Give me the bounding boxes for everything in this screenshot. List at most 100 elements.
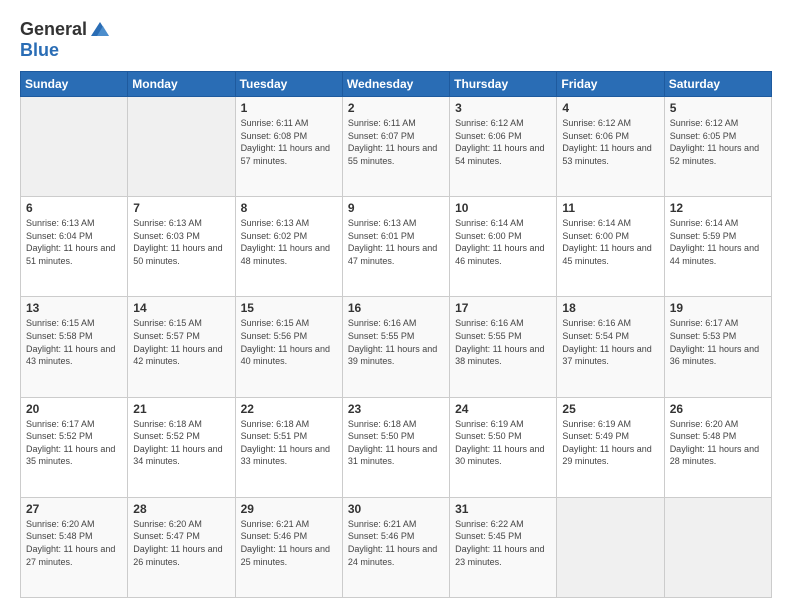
day-number: 1 bbox=[241, 101, 337, 115]
day-number: 20 bbox=[26, 402, 122, 416]
logo-blue-text: Blue bbox=[20, 40, 111, 61]
cell-info: Sunrise: 6:17 AM Sunset: 5:52 PM Dayligh… bbox=[26, 418, 122, 468]
header: General Blue bbox=[20, 18, 772, 61]
calendar-cell: 26 Sunrise: 6:20 AM Sunset: 5:48 PM Dayli… bbox=[664, 397, 771, 497]
day-number: 3 bbox=[455, 101, 551, 115]
calendar-cell: 23 Sunrise: 6:18 AM Sunset: 5:50 PM Dayli… bbox=[342, 397, 449, 497]
day-number: 29 bbox=[241, 502, 337, 516]
day-number: 13 bbox=[26, 301, 122, 315]
day-number: 18 bbox=[562, 301, 658, 315]
day-number: 19 bbox=[670, 301, 766, 315]
calendar-cell: 10 Sunrise: 6:14 AM Sunset: 6:00 PM Dayli… bbox=[450, 197, 557, 297]
day-number: 10 bbox=[455, 201, 551, 215]
cell-info: Sunrise: 6:13 AM Sunset: 6:03 PM Dayligh… bbox=[133, 217, 229, 267]
cell-info: Sunrise: 6:12 AM Sunset: 6:06 PM Dayligh… bbox=[455, 117, 551, 167]
calendar-week-row: 1 Sunrise: 6:11 AM Sunset: 6:08 PM Daylig… bbox=[21, 97, 772, 197]
day-number: 4 bbox=[562, 101, 658, 115]
calendar-cell: 21 Sunrise: 6:18 AM Sunset: 5:52 PM Dayli… bbox=[128, 397, 235, 497]
calendar-cell: 4 Sunrise: 6:12 AM Sunset: 6:06 PM Daylig… bbox=[557, 97, 664, 197]
cell-info: Sunrise: 6:22 AM Sunset: 5:45 PM Dayligh… bbox=[455, 518, 551, 568]
cell-info: Sunrise: 6:17 AM Sunset: 5:53 PM Dayligh… bbox=[670, 317, 766, 367]
cell-info: Sunrise: 6:18 AM Sunset: 5:50 PM Dayligh… bbox=[348, 418, 444, 468]
calendar-cell: 30Sunrise: 6:21 AM Sunset: 5:46 PM Dayli… bbox=[342, 497, 449, 597]
day-number: 6 bbox=[26, 201, 122, 215]
calendar-cell: 18 Sunrise: 6:16 AM Sunset: 5:54 PM Dayli… bbox=[557, 297, 664, 397]
weekday-header: Monday bbox=[128, 72, 235, 97]
cell-info: Sunrise: 6:20 AM Sunset: 5:48 PM Dayligh… bbox=[670, 418, 766, 468]
calendar-cell: 12 Sunrise: 6:14 AM Sunset: 5:59 PM Dayli… bbox=[664, 197, 771, 297]
day-number: 7 bbox=[133, 201, 229, 215]
day-number: 22 bbox=[241, 402, 337, 416]
cell-info: Sunrise: 6:13 AM Sunset: 6:04 PM Dayligh… bbox=[26, 217, 122, 267]
cell-info: Sunrise: 6:11 AM Sunset: 6:07 PM Dayligh… bbox=[348, 117, 444, 167]
calendar-cell: 11 Sunrise: 6:14 AM Sunset: 6:00 PM Dayli… bbox=[557, 197, 664, 297]
weekday-header: Friday bbox=[557, 72, 664, 97]
calendar-cell: 7 Sunrise: 6:13 AM Sunset: 6:03 PM Daylig… bbox=[128, 197, 235, 297]
cell-info: Sunrise: 6:11 AM Sunset: 6:08 PM Dayligh… bbox=[241, 117, 337, 167]
cell-info: Sunrise: 6:14 AM Sunset: 6:00 PM Dayligh… bbox=[562, 217, 658, 267]
cell-info: Sunrise: 6:19 AM Sunset: 5:50 PM Dayligh… bbox=[455, 418, 551, 468]
weekday-header: Tuesday bbox=[235, 72, 342, 97]
weekday-header: Sunday bbox=[21, 72, 128, 97]
calendar-cell: 28Sunrise: 6:20 AM Sunset: 5:47 PM Dayli… bbox=[128, 497, 235, 597]
cell-info: Sunrise: 6:21 AM Sunset: 5:46 PM Dayligh… bbox=[241, 518, 337, 568]
day-number: 26 bbox=[670, 402, 766, 416]
day-number: 11 bbox=[562, 201, 658, 215]
logo: General Blue bbox=[20, 18, 111, 61]
calendar-week-row: 13Sunrise: 6:15 AM Sunset: 5:58 PM Dayli… bbox=[21, 297, 772, 397]
weekday-header: Thursday bbox=[450, 72, 557, 97]
day-number: 24 bbox=[455, 402, 551, 416]
cell-info: Sunrise: 6:18 AM Sunset: 5:51 PM Dayligh… bbox=[241, 418, 337, 468]
calendar-cell: 27 Sunrise: 6:20 AM Sunset: 5:48 PM Dayli… bbox=[21, 497, 128, 597]
cell-info: Sunrise: 6:16 AM Sunset: 5:55 PM Dayligh… bbox=[348, 317, 444, 367]
page: General Blue SundayMondayTuesdayWednesda… bbox=[0, 0, 792, 612]
calendar-cell: 25Sunrise: 6:19 AM Sunset: 5:49 PM Dayli… bbox=[557, 397, 664, 497]
cell-info: Sunrise: 6:14 AM Sunset: 5:59 PM Dayligh… bbox=[670, 217, 766, 267]
calendar-cell: 17 Sunrise: 6:16 AM Sunset: 5:55 PM Dayli… bbox=[450, 297, 557, 397]
calendar-cell: 8Sunrise: 6:13 AM Sunset: 6:02 PM Daylig… bbox=[235, 197, 342, 297]
cell-info: Sunrise: 6:18 AM Sunset: 5:52 PM Dayligh… bbox=[133, 418, 229, 468]
cell-info: Sunrise: 6:16 AM Sunset: 5:55 PM Dayligh… bbox=[455, 317, 551, 367]
calendar-cell: 2Sunrise: 6:11 AM Sunset: 6:07 PM Daylig… bbox=[342, 97, 449, 197]
cell-info: Sunrise: 6:16 AM Sunset: 5:54 PM Dayligh… bbox=[562, 317, 658, 367]
weekday-header: Saturday bbox=[664, 72, 771, 97]
day-number: 31 bbox=[455, 502, 551, 516]
day-number: 14 bbox=[133, 301, 229, 315]
calendar-cell bbox=[21, 97, 128, 197]
day-number: 27 bbox=[26, 502, 122, 516]
cell-info: Sunrise: 6:13 AM Sunset: 6:01 PM Dayligh… bbox=[348, 217, 444, 267]
logo-icon bbox=[89, 18, 111, 40]
day-number: 28 bbox=[133, 502, 229, 516]
day-number: 23 bbox=[348, 402, 444, 416]
cell-info: Sunrise: 6:12 AM Sunset: 6:06 PM Dayligh… bbox=[562, 117, 658, 167]
calendar-week-row: 27 Sunrise: 6:20 AM Sunset: 5:48 PM Dayli… bbox=[21, 497, 772, 597]
calendar-cell: 31 Sunrise: 6:22 AM Sunset: 5:45 PM Dayli… bbox=[450, 497, 557, 597]
calendar-cell: 14 Sunrise: 6:15 AM Sunset: 5:57 PM Dayli… bbox=[128, 297, 235, 397]
cell-info: Sunrise: 6:15 AM Sunset: 5:56 PM Dayligh… bbox=[241, 317, 337, 367]
day-number: 21 bbox=[133, 402, 229, 416]
day-number: 12 bbox=[670, 201, 766, 215]
day-number: 16 bbox=[348, 301, 444, 315]
weekday-header: Wednesday bbox=[342, 72, 449, 97]
day-number: 15 bbox=[241, 301, 337, 315]
calendar-cell bbox=[128, 97, 235, 197]
logo-general-text: General bbox=[20, 19, 87, 40]
cell-info: Sunrise: 6:20 AM Sunset: 5:48 PM Dayligh… bbox=[26, 518, 122, 568]
calendar-cell: 13Sunrise: 6:15 AM Sunset: 5:58 PM Dayli… bbox=[21, 297, 128, 397]
calendar-header-row: SundayMondayTuesdayWednesdayThursdayFrid… bbox=[21, 72, 772, 97]
calendar-cell: 24 Sunrise: 6:19 AM Sunset: 5:50 PM Dayli… bbox=[450, 397, 557, 497]
calendar-cell bbox=[664, 497, 771, 597]
day-number: 25 bbox=[562, 402, 658, 416]
calendar-cell: 22 Sunrise: 6:18 AM Sunset: 5:51 PM Dayli… bbox=[235, 397, 342, 497]
cell-info: Sunrise: 6:14 AM Sunset: 6:00 PM Dayligh… bbox=[455, 217, 551, 267]
cell-info: Sunrise: 6:15 AM Sunset: 5:57 PM Dayligh… bbox=[133, 317, 229, 367]
calendar-cell: 3 Sunrise: 6:12 AM Sunset: 6:06 PM Daylig… bbox=[450, 97, 557, 197]
day-number: 17 bbox=[455, 301, 551, 315]
calendar-cell: 16 Sunrise: 6:16 AM Sunset: 5:55 PM Dayli… bbox=[342, 297, 449, 397]
day-number: 9 bbox=[348, 201, 444, 215]
calendar-cell: 6 Sunrise: 6:13 AM Sunset: 6:04 PM Daylig… bbox=[21, 197, 128, 297]
cell-info: Sunrise: 6:13 AM Sunset: 6:02 PM Dayligh… bbox=[241, 217, 337, 267]
day-number: 30 bbox=[348, 502, 444, 516]
calendar-cell bbox=[557, 497, 664, 597]
calendar-cell: 9 Sunrise: 6:13 AM Sunset: 6:01 PM Daylig… bbox=[342, 197, 449, 297]
